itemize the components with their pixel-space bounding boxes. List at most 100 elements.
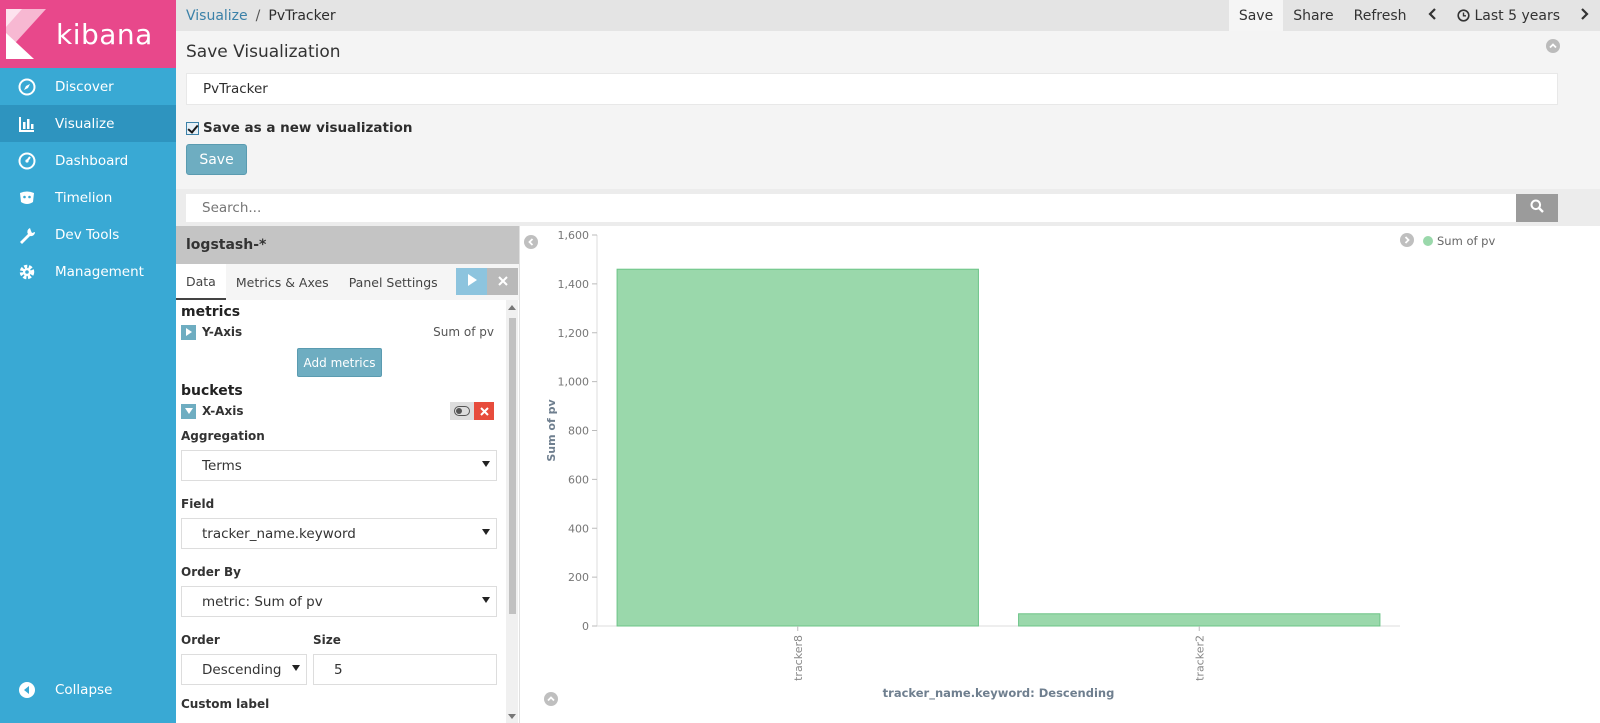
order-value: Descending [202, 661, 282, 678]
order-by-select[interactable]: metric: Sum of pv [181, 586, 497, 617]
toggle-icon[interactable] [450, 402, 474, 420]
breadcrumb-current: PvTracker [268, 7, 336, 24]
bar-chart: 0 200 400 600 800 1,000 1,200 1,400 1,600 tracker… [545, 229, 1495, 701]
chevron-down-icon [292, 665, 300, 671]
x-tick-label: tracker8 [792, 635, 805, 681]
top-bar: Visualize / PvTracker Save Share Refresh L… [176, 0, 1600, 31]
breadcrumb-separator: / [255, 7, 261, 24]
nav-label: Timelion [55, 189, 113, 206]
brand-name: kibana [56, 17, 153, 51]
size-input[interactable]: 5 [313, 654, 497, 685]
y-tick-label: 400 [568, 522, 589, 535]
apply-changes-button[interactable] [456, 268, 487, 295]
order-select[interactable]: Descending [181, 654, 307, 685]
aggregation-label: Aggregation [181, 429, 265, 443]
chevron-right-icon [1580, 7, 1590, 24]
timerange-label: Last 5 years [1474, 7, 1561, 24]
y-axis-description: Sum of pv [433, 325, 494, 339]
save-button[interactable]: Save [186, 144, 247, 175]
order-group: Order Descending [181, 633, 313, 685]
scroll-down-icon[interactable] [508, 714, 516, 719]
y-tick-label: 0 [582, 620, 589, 633]
x-axis-title: X-Axis [202, 404, 244, 418]
nav-item-timelion[interactable]: Timelion [0, 179, 176, 216]
sidebar: kibana Discover Visualize Dashboard Time… [0, 0, 176, 723]
chevron-down-icon [482, 597, 490, 603]
collapse-label: Collapse [55, 681, 113, 698]
y-axis-title: Sum of pv [545, 399, 558, 462]
save-as-new-label: Save as a new visualization [203, 120, 413, 136]
visualization-title-input[interactable] [186, 73, 1558, 105]
checkbox-checked-icon[interactable] [186, 121, 199, 135]
y-tick-label: 800 [568, 425, 589, 438]
discard-changes-button[interactable] [487, 268, 518, 295]
nav-label: Visualize [55, 115, 115, 132]
nav-label: Dev Tools [55, 226, 120, 243]
bar-tracker8[interactable] [616, 268, 979, 627]
time-forward-button[interactable] [1570, 0, 1600, 31]
y-tick-label: 1,400 [558, 278, 590, 291]
clock-icon [1456, 9, 1470, 22]
topbar-refresh-button[interactable]: Refresh [1344, 0, 1417, 31]
save-visualization-panel: Save Visualization Save as a new visuali… [176, 31, 1600, 189]
nav-item-visualize[interactable]: Visualize [0, 105, 176, 142]
close-icon [497, 274, 508, 290]
tab-data[interactable]: Data [176, 264, 226, 300]
gear-icon [17, 262, 37, 282]
aggregation-value: Terms [202, 457, 242, 474]
collapse-button[interactable]: Collapse [0, 671, 176, 708]
x-axis-title: tracker_name.keyword: Descending [883, 686, 1115, 701]
editor-tabs: Data Metrics & Axes Panel Settings [176, 264, 519, 300]
aggregation-select[interactable]: Terms [181, 450, 497, 481]
breadcrumb: Visualize / PvTracker [176, 8, 1229, 24]
tab-panel-settings[interactable]: Panel Settings [339, 264, 448, 300]
bucket-tools [450, 402, 494, 420]
wrench-icon [17, 225, 37, 245]
remove-bucket-icon[interactable] [474, 402, 494, 420]
nav-item-dashboard[interactable]: Dashboard [0, 142, 176, 179]
bar-tracker2[interactable] [1018, 613, 1381, 627]
legend-entry-sum-of-pv[interactable]: Sum of pv [1437, 234, 1495, 248]
breadcrumb-visualize-link[interactable]: Visualize [186, 8, 248, 24]
field-select[interactable]: tracker_name.keyword [181, 518, 497, 549]
play-icon [467, 273, 477, 290]
editor-scrollbar[interactable] [506, 300, 518, 723]
compass-icon [17, 77, 37, 97]
nav-item-discover[interactable]: Discover [0, 68, 176, 105]
search-input[interactable] [186, 194, 1516, 222]
collapse-caret-icon[interactable] [181, 403, 196, 419]
kibana-logo-icon [6, 9, 46, 59]
tab-metrics-axes[interactable]: Metrics & Axes [226, 264, 339, 300]
buckets-heading: buckets [181, 383, 243, 399]
add-metrics-button[interactable]: Add metrics [297, 348, 382, 377]
timelion-icon [17, 188, 37, 208]
y-tick-label: 600 [568, 473, 589, 486]
y-axis-agg-row[interactable]: Y-Axis Sum of pv [181, 320, 506, 344]
time-back-button[interactable] [1417, 0, 1447, 31]
query-bar [176, 189, 1600, 226]
field-label: Field [181, 497, 215, 511]
x-tick-label: tracker2 [1193, 635, 1206, 681]
search-button[interactable] [1516, 194, 1558, 222]
nav-item-management[interactable]: Management [0, 253, 176, 290]
size-value: 5 [334, 661, 343, 678]
timepicker-button[interactable]: Last 5 years [1447, 0, 1571, 31]
nav-item-dev-tools[interactable]: Dev Tools [0, 216, 176, 253]
chevron-left-icon [1427, 7, 1437, 24]
order-by-label: Order By [181, 565, 241, 579]
collapse-left-icon [17, 680, 37, 700]
topbar-save-button[interactable]: Save [1228, 0, 1284, 31]
scroll-up-icon[interactable] [508, 305, 516, 310]
expand-caret-icon[interactable] [181, 324, 196, 340]
index-pattern-title: logstash-* [176, 226, 519, 264]
editor-body: metrics Y-Axis Sum of pv Add metrics buc… [176, 300, 506, 723]
nav-label: Dashboard [55, 152, 129, 169]
order-label: Order [181, 633, 220, 647]
save-as-new-checkbox[interactable]: Save as a new visualization [186, 120, 412, 136]
x-axis-agg-row[interactable]: X-Axis [181, 399, 506, 423]
collapse-up-icon[interactable] [1546, 39, 1560, 53]
scroll-thumb[interactable] [509, 318, 516, 614]
kibana-logo[interactable]: kibana [0, 0, 176, 68]
legend-swatch [1423, 236, 1433, 246]
topbar-share-button[interactable]: Share [1283, 0, 1343, 31]
